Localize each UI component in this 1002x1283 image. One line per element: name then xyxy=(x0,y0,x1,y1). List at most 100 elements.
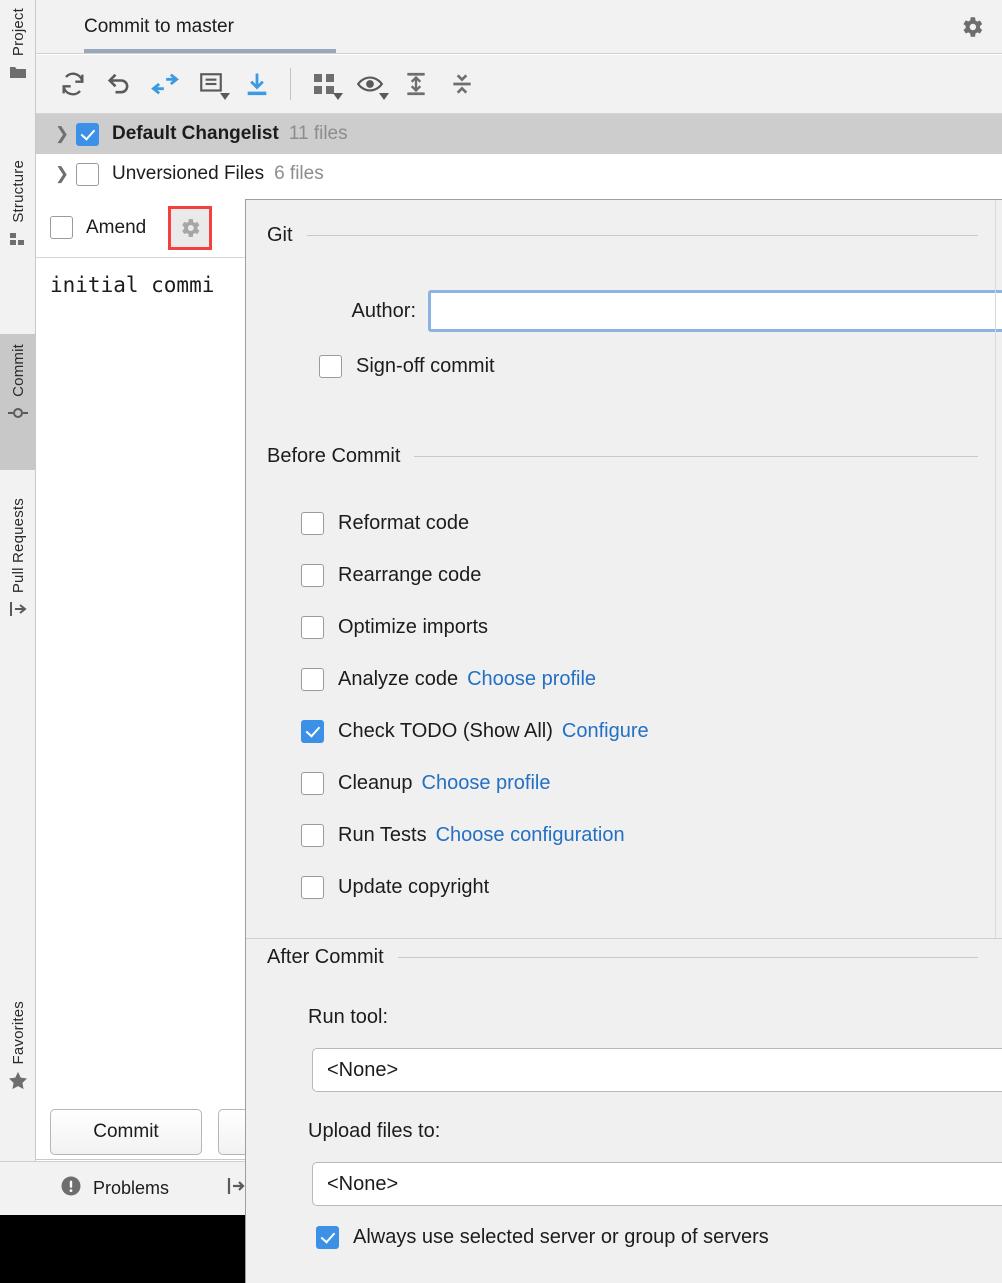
chevron-down-icon xyxy=(220,93,230,100)
update-project-icon[interactable] xyxy=(234,61,280,107)
option-label: Run Tests xyxy=(338,824,427,847)
choose-profile-link[interactable]: Choose profile xyxy=(422,772,551,795)
run-tool-dropdown[interactable]: <None> xyxy=(312,1048,1002,1092)
tool-window-rail: Project Structure Commit xyxy=(0,0,36,1215)
sidebar-item-label: Favorites xyxy=(10,1001,27,1065)
changelist-title: Unversioned Files xyxy=(112,163,264,185)
choose-profile-link[interactable]: Choose profile xyxy=(467,668,596,691)
option-check-todo[interactable]: Check TODO (Show All) Configure xyxy=(301,720,649,743)
chevron-right-icon[interactable]: ❯ xyxy=(48,124,76,144)
expand-all-icon[interactable] xyxy=(393,61,439,107)
author-input[interactable] xyxy=(428,290,1002,332)
choose-configuration-link[interactable]: Choose configuration xyxy=(436,824,625,847)
tab-commit-to-master[interactable]: Commit to master xyxy=(60,0,258,54)
status-item-problems[interactable]: Problems xyxy=(60,1175,169,1202)
section-title: Before Commit xyxy=(267,445,400,468)
signoff-commit-option[interactable]: Sign-off commit xyxy=(319,355,495,378)
option-update-copyright[interactable]: Update copyright xyxy=(301,876,489,899)
rollback-icon[interactable] xyxy=(96,61,142,107)
sidebar-item-pull-requests[interactable]: Pull Requests xyxy=(0,498,36,619)
status-label: Problems xyxy=(93,1178,169,1199)
tab-active-indicator xyxy=(84,49,336,53)
always-use-server-checkbox[interactable] xyxy=(316,1226,339,1249)
commit-button[interactable]: Commit xyxy=(50,1109,202,1155)
section-header-before-commit: Before Commit xyxy=(246,445,992,468)
upload-files-label: Upload files to: xyxy=(308,1120,440,1143)
cleanup-checkbox[interactable] xyxy=(301,772,324,795)
author-field-row: Author: xyxy=(246,290,1002,332)
run-tool-label-text: Run tool: xyxy=(308,1006,388,1028)
rearrange-code-checkbox[interactable] xyxy=(301,564,324,587)
structure-icon xyxy=(8,229,28,249)
sidebar-item-commit[interactable]: Commit xyxy=(0,334,36,470)
changelist-count: 11 files xyxy=(289,123,348,145)
check-todo-checkbox[interactable] xyxy=(301,720,324,743)
sidebar-item-project[interactable]: Project xyxy=(0,8,36,82)
option-rearrange-code[interactable]: Rearrange code xyxy=(301,564,481,587)
pull-request-icon xyxy=(8,599,28,619)
ide-window: Project Structure Commit xyxy=(0,0,1002,1283)
optimize-imports-checkbox[interactable] xyxy=(301,616,324,639)
section-divider xyxy=(414,456,978,457)
tool-window-header: Commit to master xyxy=(36,0,1002,54)
toolbar-separator xyxy=(290,68,291,100)
gear-icon[interactable] xyxy=(958,13,986,41)
commit-button-label: Commit xyxy=(93,1121,158,1143)
chevron-right-icon[interactable]: ❯ xyxy=(48,164,76,184)
option-analyze-code[interactable]: Analyze code Choose profile xyxy=(301,668,596,691)
amend-label: Amend xyxy=(86,217,146,239)
commit-message-history-icon[interactable] xyxy=(188,61,234,107)
commit-options-dialog: Git Author: Sign-off commit Before Commi… xyxy=(245,199,1002,1283)
sidebar-item-favorites[interactable]: Favorites xyxy=(0,1001,36,1091)
option-label: Cleanup xyxy=(338,772,413,795)
analyze-code-checkbox[interactable] xyxy=(301,668,324,691)
upload-files-value: <None> xyxy=(327,1173,398,1196)
section-title: After Commit xyxy=(267,946,384,969)
collapse-all-icon[interactable] xyxy=(439,61,485,107)
configure-link[interactable]: Configure xyxy=(562,720,649,743)
folder-icon xyxy=(8,62,28,82)
update-copyright-checkbox[interactable] xyxy=(301,876,324,899)
sidebar-item-label: Pull Requests xyxy=(10,498,27,593)
table-row[interactable]: ❯ Default Changelist 11 files xyxy=(36,114,1002,154)
option-label: Update copyright xyxy=(338,876,489,899)
section-divider xyxy=(398,957,978,958)
signoff-commit-checkbox[interactable] xyxy=(319,355,342,378)
option-always-use-selected-server[interactable]: Always use selected server or group of s… xyxy=(316,1226,769,1249)
signoff-commit-label: Sign-off commit xyxy=(356,355,495,378)
group-by-icon[interactable] xyxy=(301,61,347,107)
preview-diff-icon[interactable] xyxy=(347,61,393,107)
changes-tree: ❯ Default Changelist 11 files ❯ Unversio… xyxy=(36,114,1002,194)
dialog-section-divider xyxy=(246,938,1002,939)
show-diff-icon[interactable] xyxy=(142,61,188,107)
upload-files-label-text: Upload files to: xyxy=(308,1120,440,1142)
run-tool-value: <None> xyxy=(327,1059,398,1082)
run-tests-checkbox[interactable] xyxy=(301,824,324,847)
table-row[interactable]: ❯ Unversioned Files 6 files xyxy=(36,154,1002,194)
option-optimize-imports[interactable]: Optimize imports xyxy=(301,616,488,639)
option-run-tests[interactable]: Run Tests Choose configuration xyxy=(301,824,625,847)
changelist-checkbox[interactable] xyxy=(76,163,99,186)
sidebar-item-label: Structure xyxy=(10,160,27,223)
upload-files-dropdown[interactable]: <None> xyxy=(312,1162,1002,1206)
section-divider xyxy=(307,235,978,236)
option-reformat-code[interactable]: Reformat code xyxy=(301,512,469,535)
option-label: Check TODO (Show All) xyxy=(338,720,553,743)
amend-checkbox[interactable] xyxy=(50,216,73,239)
reformat-code-checkbox[interactable] xyxy=(301,512,324,535)
changelist-checkbox[interactable] xyxy=(76,123,99,146)
option-cleanup[interactable]: Cleanup Choose profile xyxy=(301,772,550,795)
option-label: Optimize imports xyxy=(338,616,488,639)
tab-label: Commit to master xyxy=(84,16,234,38)
option-label: Always use selected server or group of s… xyxy=(353,1226,769,1249)
author-label: Author: xyxy=(246,300,416,323)
sidebar-item-structure[interactable]: Structure xyxy=(0,160,36,249)
section-header-after-commit: After Commit xyxy=(246,946,992,969)
gear-icon[interactable] xyxy=(168,206,212,250)
refresh-changes-icon[interactable] xyxy=(50,61,96,107)
dialog-scroll-track[interactable] xyxy=(995,200,996,938)
warning-icon xyxy=(60,1175,82,1202)
option-label: Analyze code xyxy=(338,668,458,691)
option-label: Reformat code xyxy=(338,512,469,535)
sidebar-item-label: Commit xyxy=(10,344,27,397)
